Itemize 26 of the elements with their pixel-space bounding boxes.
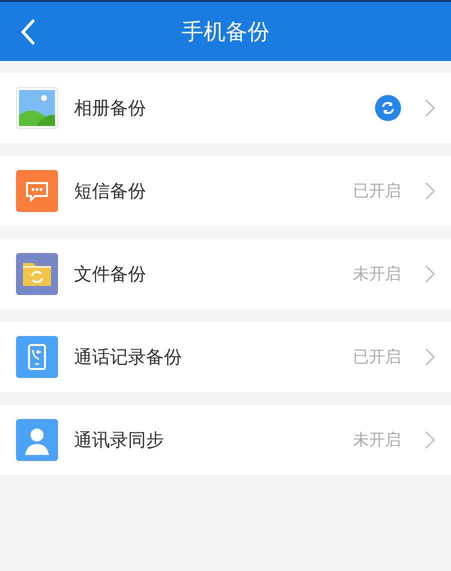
contact-icon: [16, 419, 58, 461]
backup-row[interactable]: 通话记录备份 已开启: [0, 322, 451, 392]
chevron-icon: [425, 182, 435, 200]
photo-icon: [16, 87, 58, 129]
chevron-icon: [425, 265, 435, 283]
item-label: 相册备份: [74, 97, 147, 120]
back-button[interactable]: [20, 19, 36, 45]
page-title: 手机备份: [182, 18, 270, 46]
item-label: 通话记录备份: [74, 346, 183, 369]
message-icon: [16, 170, 58, 212]
folder-icon: [16, 253, 58, 295]
status-text: 已开启: [353, 180, 401, 202]
backup-row[interactable]: 文件备份 未开启: [0, 239, 451, 309]
chevron-icon: [425, 348, 435, 366]
backup-row[interactable]: 通讯录同步 未开启: [0, 405, 451, 475]
chevron-icon: [425, 99, 435, 117]
item-label: 短信备份: [74, 180, 147, 203]
status-text: 已开启: [353, 346, 401, 368]
chevron-icon: [425, 431, 435, 449]
backup-row[interactable]: 短信备份 已开启: [0, 156, 451, 226]
item-label: 通讯录同步: [74, 429, 165, 452]
phone-log-icon: [16, 336, 58, 378]
status-text: 未开启: [353, 264, 401, 284]
backup-row[interactable]: 相册备份: [0, 73, 451, 143]
item-label: 文件备份: [74, 263, 147, 286]
status-text: 未开启: [353, 430, 401, 450]
